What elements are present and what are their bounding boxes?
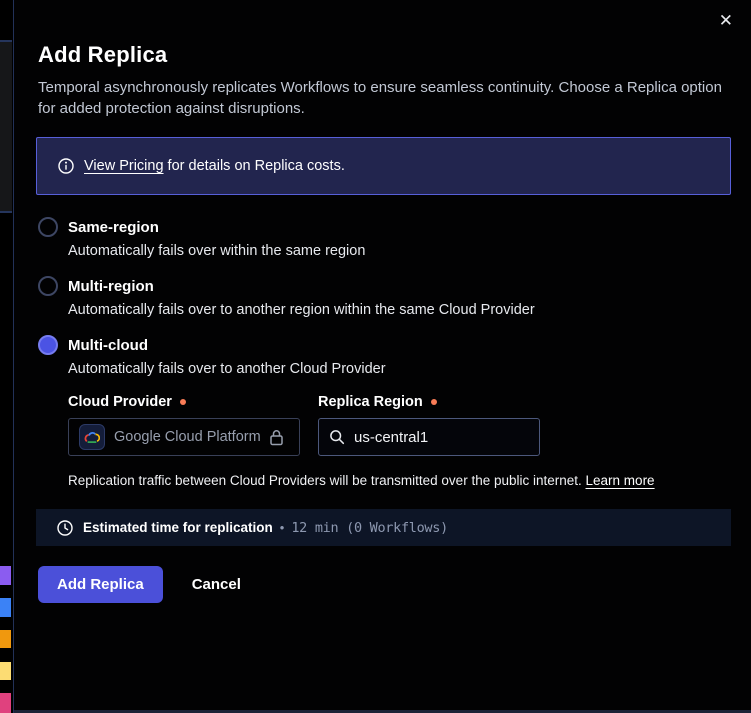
- add-replica-button[interactable]: Add Replica: [38, 566, 163, 603]
- public-internet-note: Replication traffic between Cloud Provid…: [68, 473, 731, 488]
- replica-option-group: Same-region Automatically fails over wit…: [38, 217, 731, 488]
- background-stripe-purple: [0, 566, 11, 585]
- background-panel: [0, 40, 12, 213]
- estimate-value: 12 min (0 Workflows): [291, 520, 448, 536]
- background-stripe-blue: [0, 598, 11, 617]
- search-icon: [329, 429, 345, 445]
- radio-multi-region[interactable]: Multi-region: [38, 276, 731, 296]
- option-label: Same-region: [68, 219, 159, 236]
- required-dot: [180, 399, 186, 405]
- option-same-region: Same-region Automatically fails over wit…: [38, 217, 731, 259]
- gcp-logo-icon: [79, 424, 105, 450]
- pricing-banner-text: View Pricing for details on Replica cost…: [84, 158, 345, 174]
- radio-button-icon[interactable]: [38, 335, 58, 355]
- option-label: Multi-region: [68, 278, 154, 295]
- estimate-banner: Estimated time for replication • 12 min …: [36, 509, 731, 546]
- option-multi-cloud: Multi-cloud Automatically fails over to …: [38, 335, 731, 488]
- required-dot: [431, 399, 437, 405]
- modal-actions: Add Replica Cancel: [38, 566, 731, 603]
- replica-region-input[interactable]: [354, 429, 514, 446]
- background-page-edge: [0, 0, 13, 713]
- close-icon[interactable]: ✕: [715, 8, 737, 33]
- learn-more-link[interactable]: Learn more: [586, 473, 655, 488]
- option-description: Automatically fails over to another Clou…: [68, 361, 731, 377]
- modal-title: Add Replica: [38, 42, 731, 68]
- cancel-button[interactable]: Cancel: [192, 576, 241, 593]
- cloud-provider-label: Cloud Provider: [68, 394, 318, 410]
- view-pricing-link[interactable]: View Pricing: [84, 158, 164, 174]
- info-icon: [58, 158, 74, 174]
- replica-region-field[interactable]: [318, 418, 540, 456]
- option-description: Automatically fails over within the same…: [68, 243, 731, 259]
- option-description: Automatically fails over to another regi…: [68, 302, 731, 318]
- estimate-separator: •: [280, 520, 285, 535]
- radio-button-icon[interactable]: [38, 276, 58, 296]
- estimate-label: Estimated time for replication: [83, 520, 273, 535]
- add-replica-modal: ✕ Add Replica Temporal asynchronously re…: [13, 0, 751, 713]
- background-stripe-orange: [0, 630, 11, 648]
- option-multi-region: Multi-region Automatically fails over to…: [38, 276, 731, 318]
- background-stripe-yellow: [0, 662, 11, 680]
- lock-icon: [269, 429, 284, 446]
- modal-description: Temporal asynchronously replicates Workf…: [38, 77, 728, 119]
- radio-same-region[interactable]: Same-region: [38, 217, 731, 237]
- background-stripe-pink: [0, 693, 11, 713]
- multi-cloud-form: Cloud Provider Replica Region: [68, 394, 731, 488]
- radio-multi-cloud[interactable]: Multi-cloud: [38, 335, 731, 355]
- radio-button-icon[interactable]: [38, 217, 58, 237]
- option-label: Multi-cloud: [68, 337, 148, 354]
- cloud-provider-value: Google Cloud Platform: [114, 429, 261, 445]
- pricing-info-banner: View Pricing for details on Replica cost…: [36, 137, 731, 195]
- replica-region-label: Replica Region: [318, 394, 437, 410]
- cloud-provider-select[interactable]: Google Cloud Platform: [68, 418, 300, 456]
- clock-icon: [57, 520, 73, 536]
